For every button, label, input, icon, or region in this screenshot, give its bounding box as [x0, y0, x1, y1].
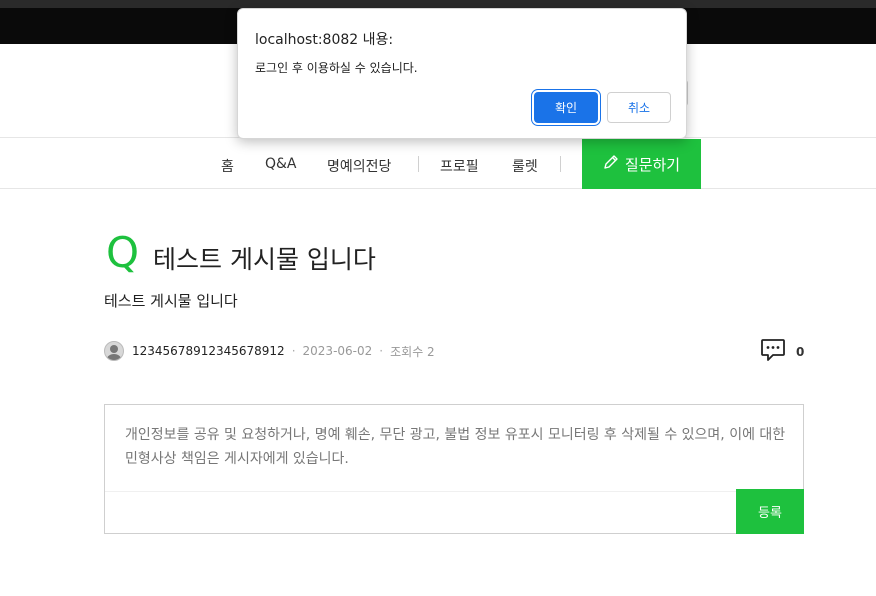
user-avatar-icon[interactable] — [104, 341, 124, 361]
dialog-title: localhost:8082 내용: — [255, 32, 394, 48]
comment-form: 개인정보를 공유 및 요청하거나, 명예 훼손, 무단 광고, 불법 정보 유포… — [104, 404, 804, 534]
dialog-cancel-button[interactable]: 취소 — [607, 92, 671, 123]
view-count: 조회수 2 — [390, 344, 435, 359]
nav-item-qna[interactable]: Q&A — [265, 156, 297, 172]
meta-separator: · — [291, 344, 296, 358]
main-nav: 홈 Q&A 명예의전당 프로필 룰렛 질문하기 — [0, 139, 876, 189]
post-meta: 12345678912345678912 · 2023-06-02 · 조회수 … — [104, 340, 435, 362]
nav-divider — [560, 156, 561, 172]
meta-separator: · — [379, 344, 384, 358]
post-body: 테스트 게시물 입니다 — [104, 292, 238, 310]
comment-count-value: 0 — [796, 345, 805, 359]
post-title: 테스트 게시물 입니다 — [153, 245, 376, 274]
submit-comment-button[interactable]: 등록 — [736, 489, 804, 534]
alert-dialog: localhost:8082 내용: 로그인 후 이용하실 수 있습니다. 확인… — [237, 8, 687, 139]
nav-divider — [418, 156, 419, 172]
pencil-icon — [603, 154, 619, 174]
dialog-message: 로그인 후 이용하실 수 있습니다. — [255, 61, 418, 75]
nav-item-profile[interactable]: 프로필 — [440, 156, 479, 176]
comment-count: 0 — [760, 338, 804, 366]
question-mark: Q — [106, 228, 140, 277]
chat-bubble-icon — [760, 338, 786, 366]
nav-item-home[interactable]: 홈 — [221, 156, 234, 176]
browser-top-edge — [0, 0, 876, 8]
nav-item-hall-of-fame[interactable]: 명예의전당 — [327, 156, 391, 176]
dialog-ok-button[interactable]: 확인 — [534, 92, 598, 123]
ask-question-label: 질문하기 — [624, 155, 681, 174]
nav-item-roulette[interactable]: 룰렛 — [512, 156, 538, 176]
comment-divider — [105, 491, 737, 492]
ask-question-button[interactable]: 질문하기 — [582, 139, 701, 189]
post-date: 2023-06-02 — [302, 344, 373, 358]
author-name[interactable]: 12345678912345678912 — [132, 344, 285, 358]
comment-input[interactable]: 개인정보를 공유 및 요청하거나, 명예 훼손, 무단 광고, 불법 정보 유포… — [125, 423, 789, 471]
